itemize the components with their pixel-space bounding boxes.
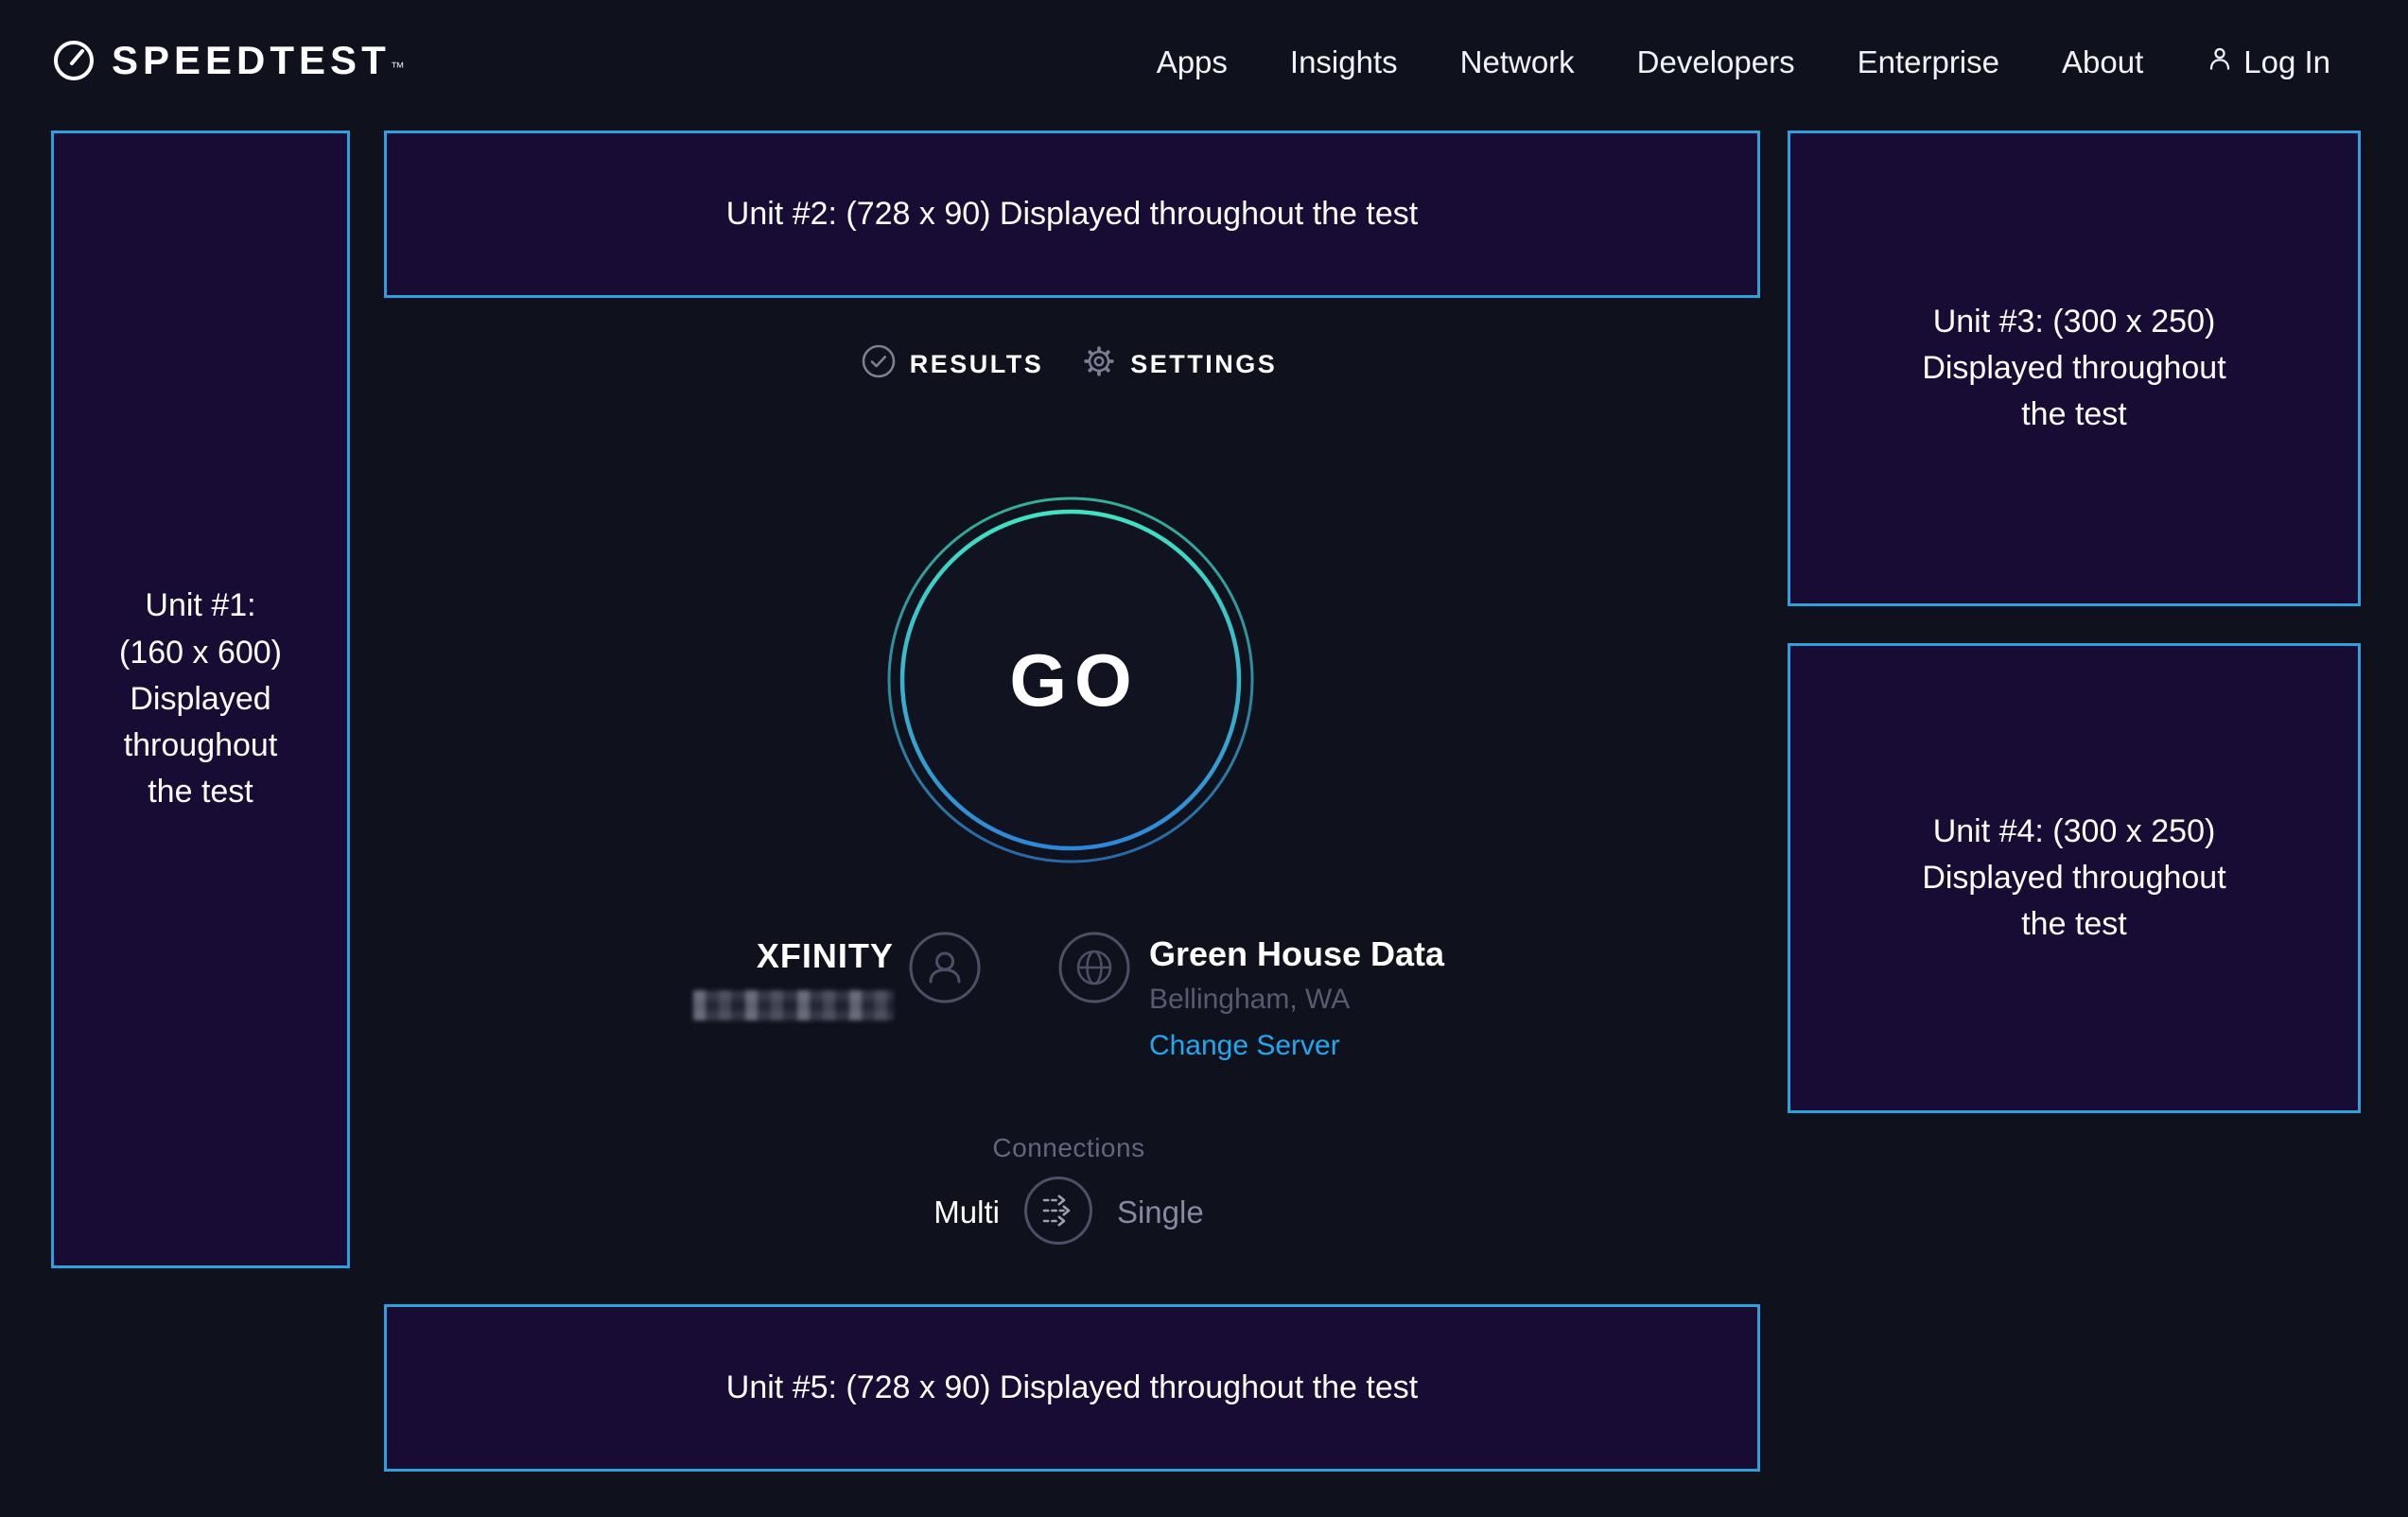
tabs-row: RESULTS (350, 340, 1788, 388)
server-name: Green House Data (1149, 934, 1444, 974)
connection-info-row: XFINITY (350, 931, 1788, 1062)
redacted-ip (693, 990, 894, 1020)
connections-label: Connections (350, 1133, 1788, 1163)
isp-name: XFINITY (693, 936, 894, 976)
ad-text-line: (160 x 600) (119, 630, 282, 676)
go-label: GO (886, 496, 1255, 864)
ad-unit-3[interactable]: Unit #3: (300 x 250) Displayed throughou… (1788, 131, 2361, 606)
login-label: Log In (2243, 44, 2330, 80)
ad-text-line: Unit #3: (300 x 250) (1933, 299, 2216, 345)
tab-results-label: RESULTS (910, 350, 1044, 379)
ad-text-line: Displayed (130, 676, 270, 723)
tab-settings[interactable]: SETTINGS (1081, 343, 1277, 386)
person-badge-icon (908, 931, 982, 1062)
ad-unit-5[interactable]: Unit #5: (728 x 90) Displayed throughout… (384, 1304, 1760, 1472)
connections-toggle-row: Multi Single (350, 1173, 1788, 1252)
ad-unit-1[interactable]: Unit #1: (160 x 600) Displayed throughou… (51, 131, 350, 1268)
isp-block: XFINITY (693, 931, 982, 1062)
server-location: Bellingham, WA (1149, 984, 1444, 1016)
logo-text: SPEEDTEST (112, 38, 391, 82)
nav-item-network[interactable]: Network (1460, 44, 1575, 80)
ad-text: Unit #5: (728 x 90) Displayed throughout… (726, 1365, 1418, 1411)
go-button[interactable]: GO (886, 496, 1255, 864)
ad-text-line: Displayed throughout (1922, 345, 2225, 392)
header: SPEEDTEST™ Apps Insights Network Develop… (0, 0, 2408, 125)
multi-connection-arrows-icon[interactable] (1022, 1175, 1094, 1251)
toggle-option-multi[interactable]: Multi (934, 1194, 1000, 1230)
nav-item-about[interactable]: About (2062, 44, 2143, 80)
ad-text-line: the test (148, 769, 253, 815)
change-server-link[interactable]: Change Server (1149, 1030, 1444, 1062)
ad-text-line: Displayed throughout (1922, 855, 2225, 901)
tab-settings-label: SETTINGS (1130, 350, 1277, 379)
user-icon (2206, 44, 2234, 80)
server-block: Green House Data Bellingham, WA Change S… (1057, 931, 1444, 1062)
trademark-mark: ™ (391, 60, 405, 76)
globe-icon (1057, 931, 1131, 1062)
speedometer-gauge-icon (51, 38, 96, 88)
nav-item-insights[interactable]: Insights (1290, 44, 1398, 80)
ad-text-line: Unit #1: (145, 583, 255, 629)
ad-text-line: the test (2021, 901, 2127, 948)
speedtest-logo[interactable]: SPEEDTEST™ (51, 38, 405, 88)
ad-text: Unit #2: (728 x 90) Displayed throughout… (726, 191, 1418, 237)
ad-unit-4[interactable]: Unit #4: (300 x 250) Displayed throughou… (1788, 643, 2361, 1113)
login-button[interactable]: Log In (2206, 44, 2330, 80)
ad-text-line: Unit #4: (300 x 250) (1933, 809, 2216, 855)
tab-results[interactable]: RESULTS (861, 343, 1044, 386)
gear-icon (1081, 343, 1117, 386)
ad-unit-2[interactable]: Unit #2: (728 x 90) Displayed throughout… (384, 131, 1760, 298)
ad-text-line: the test (2021, 392, 2127, 438)
nav-item-enterprise[interactable]: Enterprise (1858, 44, 1999, 80)
check-circle-icon (861, 343, 897, 386)
nav-item-developers[interactable]: Developers (1637, 44, 1795, 80)
main-nav: Apps Insights Network Developers Enterpr… (1157, 44, 2330, 80)
ad-text-line: throughout (124, 723, 278, 769)
nav-item-apps[interactable]: Apps (1157, 44, 1228, 80)
toggle-option-single[interactable]: Single (1117, 1194, 1204, 1230)
